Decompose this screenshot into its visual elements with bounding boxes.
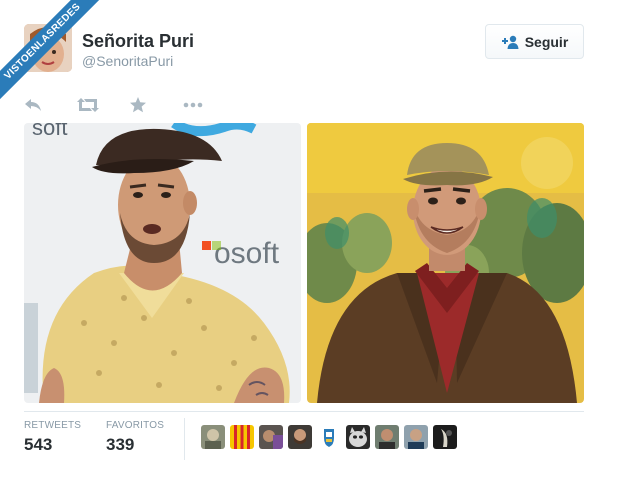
more-icon [183,102,203,108]
favoriter-avatar[interactable] [201,425,225,449]
backdrop-logo-top: soft [32,123,67,140]
watermark-ribbon: VISTOENLASREDES [0,0,110,110]
favorites-stat[interactable]: FAVORITOS 339 [106,420,164,455]
favoriter-avatar[interactable] [375,425,399,449]
favoriter-avatar[interactable] [346,425,370,449]
follow-label: Seguir [524,33,569,50]
media-photo-left[interactable]: soft osoft [24,123,301,403]
favoriter-avatar[interactable] [433,425,457,449]
retweets-count: 543 [24,435,53,454]
add-user-icon [501,35,519,49]
more-button[interactable] [183,94,236,116]
favoriter-avatar[interactable] [288,425,312,449]
favoriters-facepile [201,425,457,449]
media-photo-right[interactable] [307,123,584,403]
favoriter-avatar[interactable] [259,425,283,449]
retweets-stat[interactable]: RETWEETS 543 [24,420,81,455]
stats-divider [24,411,584,412]
backdrop-logo-mid: osoft [214,237,280,270]
tweet-media: soft osoft [24,123,584,403]
favoriter-avatar[interactable] [317,425,341,449]
star-icon [130,97,146,113]
retweets-label: RETWEETS [24,420,82,431]
favorites-label: FAVORITOS [106,420,165,431]
favorites-count: 339 [106,435,135,454]
favoriter-avatar[interactable] [230,425,254,449]
stats-separator [184,418,185,460]
watermark-corner: VISTOENLASREDES [0,0,110,110]
favorite-button[interactable] [130,94,183,116]
favoriter-avatar[interactable] [404,425,428,449]
follow-button[interactable]: Seguir [485,24,584,59]
